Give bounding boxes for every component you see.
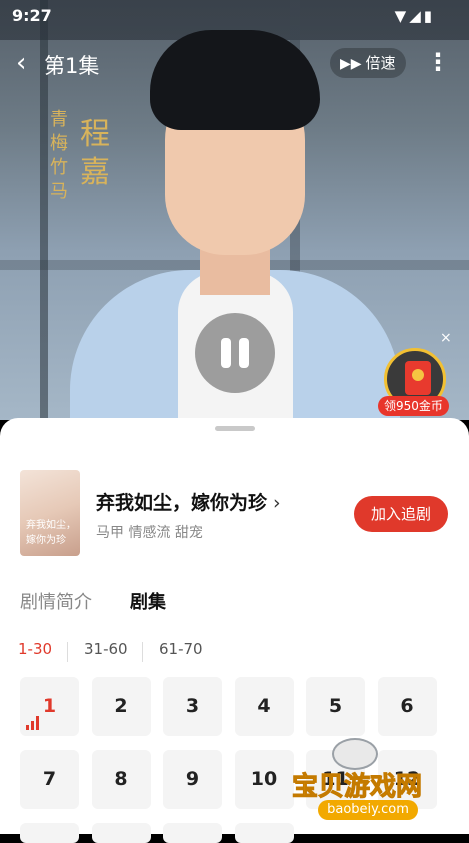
episode-number: 2: [114, 695, 128, 717]
show-title[interactable]: 弃我如尘，嫁你为珍 ›: [96, 488, 281, 515]
watermark-text: 宝贝游戏网: [291, 772, 423, 803]
video-caption-name: 程嘉: [80, 117, 110, 190]
status-icons: ▼◢▮: [394, 7, 435, 25]
episode-number: 8: [114, 768, 128, 790]
episode-item[interactable]: 9: [163, 750, 222, 809]
range-1-30[interactable]: 1-30: [18, 640, 52, 658]
episode-item[interactable]: 6: [377, 677, 437, 736]
show-title-text: 弃我如尘，嫁你为珍: [96, 492, 268, 514]
episode-number: 3: [185, 695, 200, 717]
episode-number: 6: [400, 695, 414, 717]
speed-label: 倍速: [365, 54, 396, 72]
chevron-right-icon: ›: [273, 492, 281, 514]
follow-button[interactable]: 加入追剧: [354, 496, 448, 532]
more-icon[interactable]: ⋮: [426, 48, 450, 76]
site-watermark: 宝贝游戏网 baobeiy.com: [291, 738, 442, 830]
status-bar: 9:27 ▼◢▮: [0, 0, 469, 32]
speed-icon: ▶▶: [340, 56, 362, 72]
episode-number: 1: [42, 695, 57, 717]
episode-item[interactable]: 7: [20, 750, 79, 809]
pause-icon-bar: [239, 338, 249, 368]
episode-number: 5: [328, 695, 343, 717]
show-cover[interactable]: 弃我如尘，嫁你为珍: [20, 470, 80, 556]
drag-handle[interactable]: [215, 426, 255, 431]
episode-number: 9: [185, 768, 200, 790]
episode-item[interactable]: 10: [234, 750, 294, 809]
player-topbar: ‹ 第1集 ▶▶ 倍速 ⋮: [0, 46, 469, 82]
coin-icon: [412, 369, 424, 381]
cover-title: 弃我如尘，嫁你为珍: [26, 520, 76, 546]
range-31-60[interactable]: 31-60: [84, 640, 128, 658]
episode-item-partial[interactable]: [20, 823, 79, 843]
range-divider: [142, 642, 143, 662]
episode-item[interactable]: 1: [20, 677, 79, 736]
reward-widget[interactable]: × 领950金币: [378, 330, 460, 420]
range-61-70[interactable]: 61-70: [159, 640, 203, 658]
speed-button[interactable]: ▶▶ 倍速: [330, 48, 406, 78]
status-time: 9:27: [12, 6, 52, 25]
watermark-url: baobeiy.com: [318, 800, 418, 820]
video-caption-small: 青梅竹马: [50, 109, 68, 202]
show-tags: 马甲 情感流 甜宠: [96, 525, 203, 541]
episode-item[interactable]: 5: [306, 677, 365, 736]
episode-number: 10: [250, 768, 278, 790]
reward-label[interactable]: 领950金币: [378, 396, 449, 416]
episode-item-partial[interactable]: [91, 823, 151, 843]
episode-title: 第1集: [44, 54, 100, 78]
pause-icon: [221, 338, 231, 368]
episode-item[interactable]: 4: [234, 677, 294, 736]
red-envelope-icon: [405, 361, 431, 395]
tab-episodes[interactable]: 剧集: [130, 588, 166, 614]
range-divider: [67, 642, 68, 662]
close-icon[interactable]: ×: [440, 330, 452, 346]
episode-item[interactable]: 8: [91, 750, 151, 809]
episode-item[interactable]: 3: [163, 677, 222, 736]
episode-number: 7: [42, 768, 57, 790]
now-playing-icon: [26, 716, 42, 730]
episode-item-partial[interactable]: [163, 823, 222, 843]
episode-item-partial[interactable]: [234, 823, 294, 843]
tab-intro[interactable]: 剧情简介: [20, 588, 92, 614]
episode-item[interactable]: 2: [91, 677, 151, 736]
episode-number: 4: [257, 695, 271, 717]
back-icon[interactable]: ‹: [16, 48, 26, 78]
pause-button[interactable]: [195, 313, 275, 393]
